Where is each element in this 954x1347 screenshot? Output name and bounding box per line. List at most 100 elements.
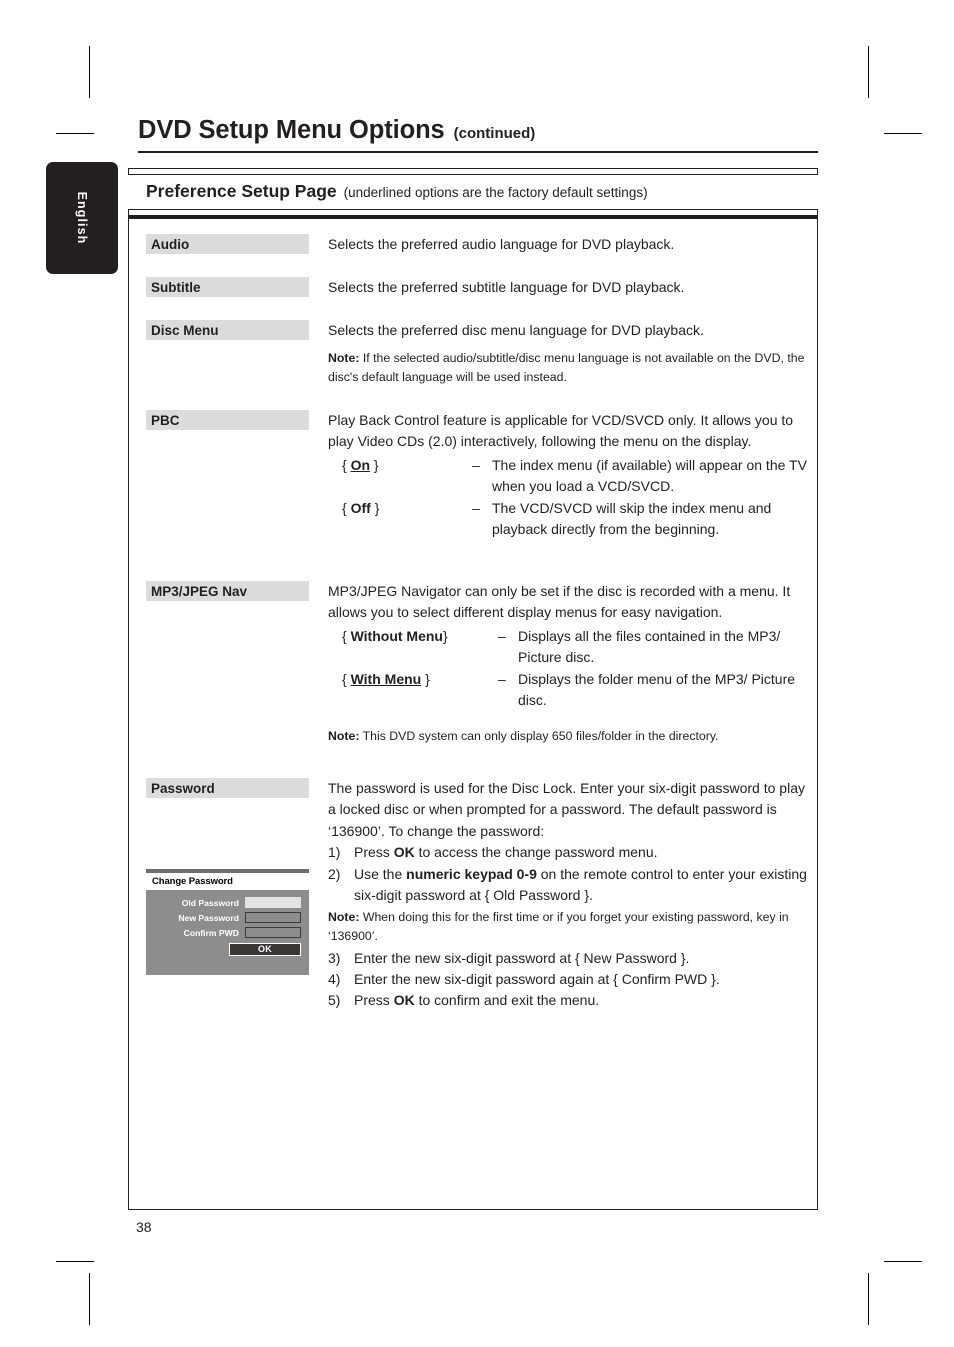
osd-ok-row: OK: [146, 943, 301, 956]
section-subtitle: (underlined options are the factory defa…: [343, 185, 648, 200]
osd-ok-button[interactable]: OK: [229, 943, 301, 956]
step-5-number: 5): [328, 992, 341, 1009]
title-divider: [138, 151, 818, 153]
subtitle-description: Selects the preferred subtitle language …: [328, 279, 685, 295]
change-password-osd-graphic: Change Password Old Password New Passwor…: [146, 869, 309, 975]
list-item: 2) Use the numeric keypad 0-9 on the rem…: [328, 864, 808, 907]
step-5-bold: OK: [393, 992, 415, 1009]
mp3-option-with-menu-dash: –: [498, 670, 506, 687]
crop-mark-top-left-horizontal: [56, 133, 94, 134]
pbc-option-on: { On } – The index menu (if available) w…: [342, 455, 808, 498]
step-4-number: 4): [328, 971, 341, 988]
audio-description: Selects the preferred audio language for…: [328, 236, 675, 252]
osd-input-new-password[interactable]: [245, 912, 301, 923]
crop-mark-bottom-left-vertical: [89, 1273, 90, 1325]
password-steps-part2: 3) Enter the new six-digit password at {…: [328, 948, 808, 1012]
pbc-option-off-key: { Off }: [342, 499, 380, 516]
pbc-option-on-description: The index menu (if available) will appea…: [492, 456, 807, 495]
osd-field-old-password: Old Password: [146, 897, 301, 908]
page-title-main: DVD Setup Menu Options: [138, 116, 445, 144]
mp3-option-with-menu-description: Displays the folder menu of the MP3/ Pic…: [518, 670, 796, 709]
disc-menu-description: Selects the preferred disc menu language…: [328, 322, 704, 338]
password-note: Note: When doing this for the first time…: [328, 908, 808, 945]
pbc-option-off-value: Off: [350, 499, 371, 516]
disc-menu-note: Note: If the selected audio/subtitle/dis…: [328, 349, 808, 386]
row-body-subtitle: Selects the preferred subtitle language …: [328, 277, 808, 298]
disc-menu-note-label: Note:: [328, 351, 360, 366]
pbc-description: Play Back Control feature is applicable …: [328, 412, 794, 450]
crop-mark-bottom-left-horizontal: [56, 1261, 94, 1262]
mp3-option-without-menu-description: Displays all the files contained in the …: [518, 627, 781, 666]
list-item: 1) Press OK to access the change passwor…: [328, 842, 808, 863]
osd-title: Change Password: [146, 873, 309, 890]
row-label-mp3-jpeg-nav: MP3/JPEG Nav: [146, 581, 309, 601]
crop-mark-bottom-right-horizontal: [884, 1261, 922, 1262]
osd-field-confirm-pwd: Confirm PWD: [146, 927, 301, 938]
pbc-option-on-dash: –: [472, 456, 480, 473]
mp3-jpeg-nav-note-label: Note:: [328, 729, 360, 744]
table-row-audio: Audio Selects the preferred audio langua…: [146, 234, 811, 255]
step-2-text: Use the numeric keypad 0-9 on the remote…: [354, 865, 807, 904]
page-title: DVD Setup Menu Options (continued): [138, 116, 818, 153]
osd-body: Old Password New Password Confirm PWD OK: [146, 890, 309, 956]
password-note-label: Note:: [328, 910, 360, 925]
row-label-disc-menu: Disc Menu: [146, 320, 309, 340]
step-4-text: Enter the new six-digit password again a…: [354, 971, 720, 988]
pbc-option-on-value: On: [350, 456, 371, 473]
section-title: Preference Setup Page: [146, 181, 337, 201]
row-label-audio: Audio: [146, 234, 309, 254]
password-note-text: When doing this for the first time or if…: [328, 910, 789, 944]
pbc-option-off: { Off } – The VCD/SVCD will skip the ind…: [342, 498, 808, 541]
table-row-subtitle: Subtitle Selects the preferred subtitle …: [146, 277, 811, 298]
osd-label-new-password: New Password: [178, 912, 239, 923]
pbc-option-off-dash: –: [472, 499, 480, 516]
mp3-option-without-menu-key: { Without Menu}: [342, 627, 448, 644]
section-header: Preference Setup Page (underlined option…: [128, 174, 818, 210]
mp3-option-without-menu-dash: –: [498, 627, 506, 644]
step-1-bold: OK: [393, 844, 415, 861]
list-item: 4) Enter the new six-digit password agai…: [328, 969, 808, 990]
section-header-divider: [128, 215, 818, 219]
osd-input-confirm-pwd[interactable]: [245, 927, 301, 938]
crop-mark-bottom-right-vertical: [868, 1273, 869, 1325]
row-body-disc-menu: Selects the preferred disc menu language…: [328, 320, 808, 387]
mp3-jpeg-nav-description: MP3/JPEG Navigator can only be set if th…: [328, 583, 791, 621]
table-row-mp3-jpeg-nav: MP3/JPEG Nav MP3/JPEG Navigator can only…: [146, 581, 811, 746]
row-label-pbc: PBC: [146, 410, 309, 430]
crop-mark-top-left-vertical: [89, 46, 90, 98]
language-tab-label: English: [75, 191, 89, 245]
step-1-text: Press OK to access the change password m…: [354, 844, 658, 861]
row-body-pbc: Play Back Control feature is applicable …: [328, 410, 808, 540]
osd-label-confirm-pwd: Confirm PWD: [183, 927, 239, 938]
row-body-password: The password is used for the Disc Lock. …: [328, 778, 808, 1012]
crop-mark-top-right-horizontal: [884, 133, 922, 134]
table-row-pbc: PBC Play Back Control feature is applica…: [146, 410, 811, 540]
page-number: 38: [136, 1219, 152, 1235]
osd-label-old-password: Old Password: [181, 897, 239, 908]
language-tab: English: [46, 162, 118, 274]
mp3-option-without-menu-value: Without Menu: [350, 627, 443, 644]
list-item: 5) Press OK to confirm and exit the menu…: [328, 990, 808, 1011]
row-label-subtitle: Subtitle: [146, 277, 309, 297]
mp3-option-without-menu: { Without Menu} – Displays all the files…: [342, 626, 808, 669]
mp3-option-with-menu-key: { With Menu }: [342, 670, 430, 687]
step-5-text: Press OK to confirm and exit the menu.: [354, 992, 600, 1009]
step-3-number: 3): [328, 949, 341, 966]
pbc-option-on-key: { On }: [342, 456, 379, 473]
crop-mark-top-right-vertical: [868, 46, 869, 98]
password-steps-part1: 1) Press OK to access the change passwor…: [328, 842, 808, 906]
step-3-text: Enter the new six-digit password at { Ne…: [354, 949, 690, 966]
pbc-option-off-description: The VCD/SVCD will skip the index menu an…: [492, 499, 772, 538]
step-1-number: 1): [328, 844, 341, 861]
step-2-bold: numeric keypad 0-9: [406, 865, 537, 882]
mp3-option-with-menu-value: With Menu: [350, 670, 422, 687]
list-item: 3) Enter the new six-digit password at {…: [328, 948, 808, 969]
password-description: The password is used for the Disc Lock. …: [328, 780, 805, 839]
osd-input-old-password[interactable]: [245, 897, 301, 908]
page-title-continued: (continued): [453, 125, 536, 142]
disc-menu-note-text: If the selected audio/subtitle/disc menu…: [328, 351, 805, 384]
mp3-option-with-menu: { With Menu } – Displays the folder menu…: [342, 669, 808, 712]
osd-field-new-password: New Password: [146, 912, 301, 923]
row-label-password: Password: [146, 778, 309, 798]
mp3-jpeg-nav-note-text: This DVD system can only display 650 fil…: [362, 729, 719, 744]
